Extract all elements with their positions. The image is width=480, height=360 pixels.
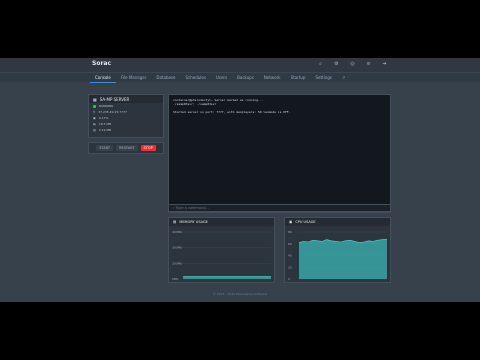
app-screen: Sorac ⌕ ⚙ ◎ ≋ ➔ Console File Manager Dat… (0, 58, 480, 302)
gear-icon[interactable]: ⚙ (333, 61, 340, 67)
footer: © 2015 - 2020 Pterodactyl Software (212, 292, 268, 296)
server-status: RUNNING (99, 104, 114, 108)
tab-startup[interactable]: Startup (286, 73, 311, 83)
server-disk: 0.19 MB (98, 128, 112, 132)
disk-icon: ▥ (93, 128, 96, 132)
command-input[interactable]: › Type a command... (168, 204, 391, 212)
series-area (299, 239, 387, 279)
server-header: ▦ SA-MP SERVER (89, 95, 163, 103)
memory-chart: 400Mb 300Mb 200Mb 0Mb (172, 230, 271, 281)
console-output[interactable]: container@pterodactyl~ Server marked as … (168, 94, 391, 213)
navbar: Console File Manager Database Schedules … (0, 72, 480, 83)
y-tick-label: 200Mb (172, 261, 182, 265)
prompt-icon: › (173, 206, 175, 210)
server-memory: 18.5 MB (98, 122, 112, 126)
stop-button[interactable]: STOP (140, 145, 156, 151)
y-tick-label: 0Mb (172, 277, 178, 281)
tab-settings[interactable]: Settings (310, 73, 336, 83)
y-tick-label: 0 (288, 277, 290, 281)
start-button[interactable]: START (96, 145, 114, 151)
tab-file-manager[interactable]: File Manager (116, 73, 152, 83)
cpu-icon: ▣ (93, 116, 96, 120)
series-area (183, 276, 271, 279)
topbar: Sorac ⌕ ⚙ ◎ ≋ ➔ (0, 58, 480, 72)
y-tick-label: 60 (288, 242, 292, 246)
memory-title: MEMORY USAGE (179, 220, 208, 224)
tab-backups[interactable]: Backups (232, 73, 259, 83)
search-icon[interactable]: ⌕ (317, 61, 324, 67)
cpu-title: CPU USAGE (295, 220, 316, 224)
settings-icon[interactable]: ≋ (365, 61, 372, 67)
top-icons: ⌕ ⚙ ◎ ≋ ➔ (317, 61, 388, 67)
y-tick-label: 80 (288, 230, 292, 234)
power-controls: START RESTART STOP (88, 142, 164, 154)
tab-users[interactable]: Users (211, 73, 232, 83)
server-info-panel: ▦ SA-MP SERVER RUNNING ⚲ 37.235.49.15:77… (88, 94, 164, 138)
y-tick-label: 400Mb (172, 230, 182, 234)
network-icon: ⚲ (93, 110, 96, 114)
memory-chart-icon: ▤ (173, 220, 177, 224)
y-tick-label: 300Mb (172, 246, 182, 250)
cpu-card: ▣ CPU USAGE 80 60 40 20 0 (284, 217, 391, 283)
logout-icon[interactable]: ➔ (381, 61, 388, 67)
memory-card: ▤ MEMORY USAGE 400Mb 300Mb 200Mb 0Mb (168, 217, 275, 283)
y-tick-label: 40 (288, 254, 292, 258)
external-link-icon[interactable]: ↗ (337, 73, 350, 83)
globe-icon[interactable]: ◎ (349, 61, 356, 67)
tab-schedules[interactable]: Schedules (180, 73, 210, 83)
server-icon: ▦ (93, 97, 97, 102)
memory-icon: ▤ (93, 122, 96, 126)
cpu-chart: 80 60 40 20 0 (288, 230, 388, 281)
command-placeholder: Type a command... (175, 206, 209, 210)
restart-button[interactable]: RESTART (116, 145, 138, 151)
tab-network[interactable]: Network (259, 73, 286, 83)
server-address: 37.235.49.15:7777 (98, 110, 127, 114)
brand-logo[interactable]: Sorac (92, 60, 111, 67)
status-indicator-icon (93, 104, 96, 108)
tab-console[interactable]: Console (90, 73, 116, 83)
server-title: SA-MP SERVER (99, 97, 130, 102)
tab-database[interactable]: Database (151, 73, 180, 83)
y-tick-label: 20 (288, 265, 292, 269)
cpu-chart-icon: ▣ (289, 220, 293, 224)
server-cpu: 0.17% (98, 116, 109, 120)
console-line: Started server on port: 7777, with maxpl… (173, 110, 291, 114)
